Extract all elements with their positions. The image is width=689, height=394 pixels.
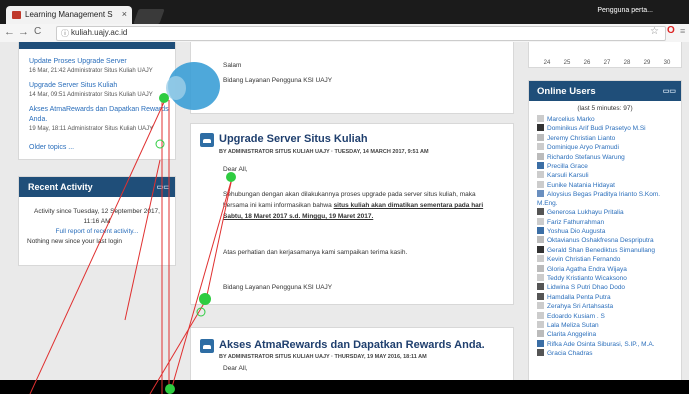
annotation-line xyxy=(124,159,161,321)
gaze-marker xyxy=(165,384,175,394)
gaze-marker xyxy=(199,293,211,305)
gaze-marker xyxy=(159,93,169,103)
annotation-line xyxy=(205,177,233,301)
annotation-line xyxy=(169,177,233,394)
gaze-marker xyxy=(226,172,236,182)
annotation-line xyxy=(29,99,166,394)
gaze-marker-ring xyxy=(155,139,165,149)
blue-blob-shadow xyxy=(166,76,186,100)
annotation-overlay xyxy=(29,62,236,394)
